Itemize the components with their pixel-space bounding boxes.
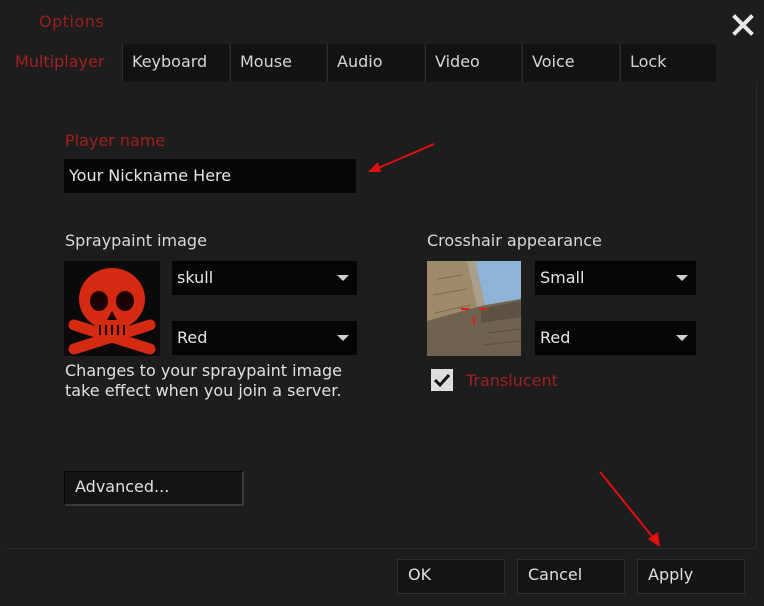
note-line: Changes to your spraypaint image (65, 361, 342, 380)
button-label: Advanced... (75, 477, 170, 496)
crosshair-preview-image (427, 261, 521, 356)
tab-audio[interactable]: Audio (327, 44, 424, 82)
tab-label: Voice (532, 52, 575, 71)
crosshair-label: Crosshair appearance (427, 231, 602, 250)
crosshair-size-dropdown[interactable]: Small (535, 261, 696, 295)
spray-color-dropdown[interactable]: Red (172, 321, 357, 355)
dropdown-value: Small (540, 268, 585, 287)
translucent-checkbox[interactable] (431, 369, 453, 391)
tab-video[interactable]: Video (425, 44, 521, 82)
cancel-button[interactable]: Cancel (517, 559, 625, 594)
tab-multiplayer[interactable]: Multiplayer (6, 44, 121, 82)
tab-mouse[interactable]: Mouse (230, 44, 326, 82)
tab-bar: Multiplayer Keyboard Mouse Audio Video V… (6, 44, 758, 82)
crosshair-preview (427, 261, 521, 356)
chevron-down-icon (676, 335, 688, 341)
ok-button[interactable]: OK (397, 559, 505, 594)
tab-keyboard[interactable]: Keyboard (122, 44, 229, 82)
spraypaint-label: Spraypaint image (65, 231, 207, 250)
chevron-down-icon (337, 335, 349, 341)
tab-label: Audio (337, 52, 383, 71)
tab-lock[interactable]: Lock (620, 44, 716, 82)
tab-label: Lock (630, 52, 667, 71)
translucent-label: Translucent (466, 371, 558, 390)
window-title: Options (39, 12, 105, 31)
tab-voice[interactable]: Voice (522, 44, 619, 82)
apply-button[interactable]: Apply (637, 559, 745, 594)
player-name-input[interactable]: Your Nickname Here (64, 159, 356, 193)
close-button[interactable] (730, 12, 756, 38)
dropdown-value: Red (177, 328, 208, 347)
dropdown-value: skull (177, 268, 214, 287)
tab-label: Mouse (240, 52, 292, 71)
spray-image-dropdown[interactable]: skull (172, 261, 357, 295)
skull-icon (68, 268, 156, 355)
tab-label: Multiplayer (15, 52, 105, 71)
note-line: take effect when you join a server. (65, 381, 342, 400)
button-label: OK (408, 565, 432, 584)
tab-label: Video (435, 52, 480, 71)
advanced-button[interactable]: Advanced... (64, 471, 244, 506)
player-name-label: Player name (65, 131, 166, 150)
button-label: Apply (648, 565, 694, 584)
options-window: Options Multiplayer Keyboard Mouse Audio… (0, 0, 764, 606)
chevron-down-icon (337, 275, 349, 281)
spraypaint-preview (64, 261, 160, 356)
close-icon (732, 14, 754, 36)
dropdown-value: Red (540, 328, 571, 347)
spraypaint-note: Changes to your spraypaint image take ef… (65, 361, 342, 401)
tab-label: Keyboard (132, 52, 208, 71)
checkmark-icon (433, 373, 451, 388)
crosshair-color-dropdown[interactable]: Red (535, 321, 696, 355)
chevron-down-icon (676, 275, 688, 281)
button-label: Cancel (528, 565, 583, 584)
